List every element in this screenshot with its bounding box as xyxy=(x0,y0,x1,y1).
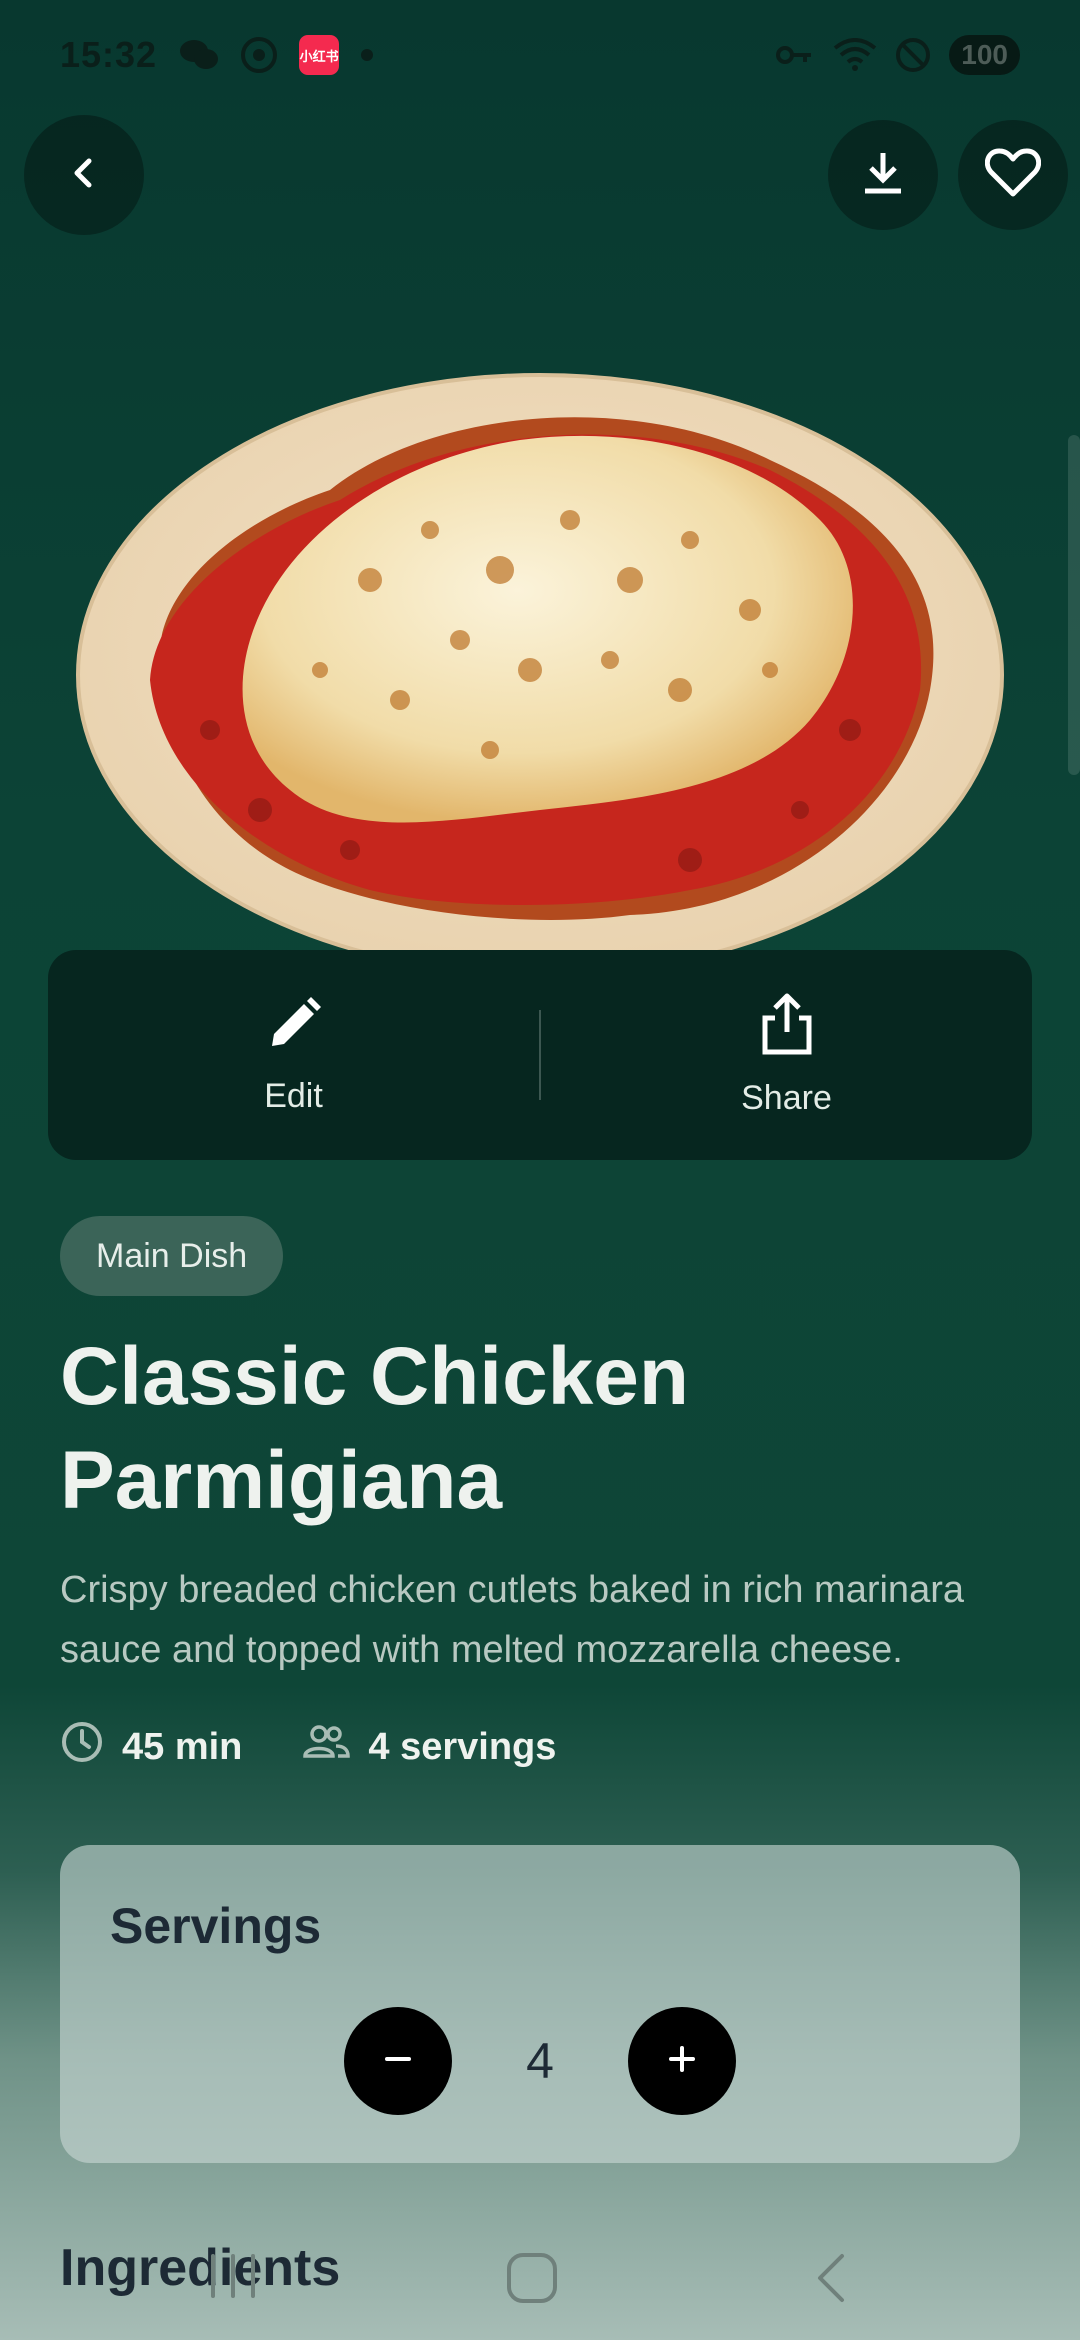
key-icon xyxy=(775,43,815,67)
dnd-icon xyxy=(895,37,931,73)
heart-outline-icon xyxy=(984,148,1042,203)
chrome-icon xyxy=(241,37,278,73)
recent-apps-button[interactable] xyxy=(205,2250,261,2302)
system-back-button[interactable] xyxy=(810,2250,854,2306)
minus-icon xyxy=(381,2042,415,2081)
scrollbar-thumb[interactable] xyxy=(1068,435,1080,775)
download-button[interactable] xyxy=(828,120,938,230)
pencil-icon xyxy=(264,994,324,1059)
xiaohongshu-app-icon: 小红书 xyxy=(299,35,340,75)
battery-indicator: 100 xyxy=(949,35,1020,75)
servings-value: 4 xyxy=(526,2033,554,2089)
home-button[interactable] xyxy=(504,2250,560,2306)
servings-title: Servings xyxy=(110,1898,322,1954)
status-right: 100 xyxy=(775,35,1020,75)
cook-time-text: 45 min xyxy=(122,1725,243,1768)
servings-stepper: 4 xyxy=(344,2007,736,2115)
edit-button[interactable]: Edit xyxy=(48,994,539,1116)
servings-info: 4 servings xyxy=(302,1722,556,1772)
chevron-left-icon xyxy=(64,153,104,198)
notification-dot-icon xyxy=(361,49,374,61)
status-bar: 15:32 小红书 100 xyxy=(0,0,1080,110)
recipe-title: Classic Chicken Parmigiana xyxy=(60,1331,689,1526)
servings-card: Servings 4 xyxy=(60,1845,1020,2163)
increment-button[interactable] xyxy=(628,2007,736,2115)
wechat-icon xyxy=(179,38,219,72)
actions-card: Edit Share xyxy=(48,950,1032,1160)
wifi-icon xyxy=(833,38,877,72)
favorite-button[interactable] xyxy=(958,120,1068,230)
status-left: 15:32 小红书 xyxy=(60,34,374,76)
share-label: Share xyxy=(741,1079,832,1117)
people-icon xyxy=(302,1722,351,1772)
edit-label: Edit xyxy=(264,1077,323,1115)
cook-time: 45 min xyxy=(60,1720,242,1774)
back-button[interactable] xyxy=(24,115,144,235)
decrement-button[interactable] xyxy=(344,2007,452,2115)
servings-text: 4 servings xyxy=(368,1725,557,1768)
recipe-hero-image xyxy=(70,370,1010,980)
recipe-description: Crispy breaded chicken cutlets baked in … xyxy=(60,1569,964,1671)
share-button[interactable]: Share xyxy=(541,992,1032,1118)
plus-icon xyxy=(665,2042,699,2081)
category-chip[interactable]: Main Dish xyxy=(60,1216,284,1296)
download-icon xyxy=(861,149,905,202)
share-icon xyxy=(759,992,815,1061)
recipe-meta: 45 min 4 servings xyxy=(60,1720,556,1774)
system-nav-bar xyxy=(0,2220,1080,2340)
clock-icon xyxy=(60,1720,104,1774)
status-time: 15:32 xyxy=(60,34,158,75)
